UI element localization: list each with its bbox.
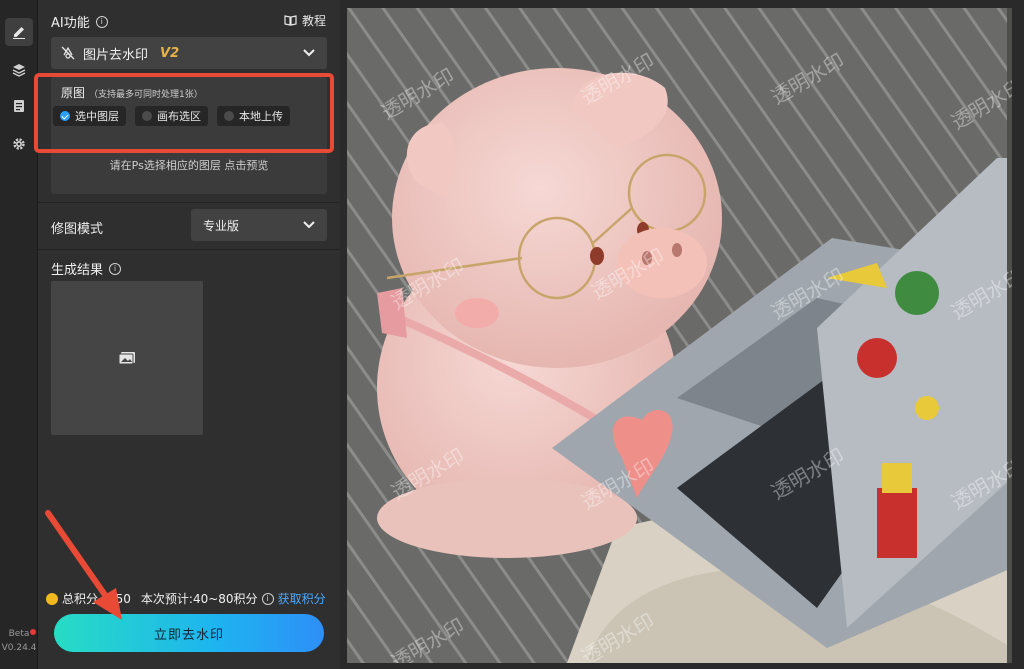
function-dropdown[interactable]: 图片去水印 V2	[51, 37, 327, 69]
document-icon	[14, 100, 24, 112]
gear-icon	[13, 138, 25, 150]
function-version: V2	[160, 45, 180, 61]
layers-tool-button[interactable]	[5, 56, 33, 84]
beta-dot	[30, 629, 36, 635]
remove-watermark-button[interactable]: 立即去水印	[54, 614, 324, 652]
mode-value: 专业版	[203, 218, 240, 233]
version-label: V0.24.4	[1, 643, 37, 653]
mode-label: 修图模式	[51, 222, 104, 237]
edit-tool-button[interactable]	[5, 18, 33, 46]
photo-preview: 透明水印 透明水印 透明水印 透明水印 透明水印 透明水印 透明水印 透明水印 …	[347, 8, 1012, 663]
info-icon[interactable]: i	[109, 262, 122, 275]
tutorial-label: 教程	[301, 14, 326, 28]
get-points-link[interactable]: 获取积分	[278, 590, 326, 607]
info-icon[interactable]: i	[95, 15, 108, 28]
image-canvas[interactable]: 透明水印 透明水印 透明水印 透明水印 透明水印 透明水印 透明水印 透明水印 …	[340, 0, 1024, 669]
pig-photo	[347, 8, 1012, 663]
image-placeholder-icon	[118, 352, 135, 365]
function-label: 图片去水印	[83, 47, 149, 63]
layers-icon	[12, 64, 26, 77]
history-tool-button[interactable]	[5, 92, 33, 120]
chevron-down-icon	[303, 49, 315, 57]
result-label: 生成结果	[51, 263, 104, 278]
chevron-down-icon	[303, 221, 315, 229]
preview-hint[interactable]: 请在Ps选择相应的图层 点击预览	[51, 157, 327, 173]
tutorial-link[interactable]: 教程	[284, 12, 326, 29]
result-title: 生成结果 i	[51, 259, 122, 278]
no-watermark-icon	[61, 46, 75, 60]
points-label: 总积分	[62, 592, 99, 606]
points-value: 450	[108, 591, 131, 606]
mode-dropdown[interactable]: 专业版	[191, 209, 327, 241]
points-estimate: 本次预计:40~80积分	[140, 592, 258, 606]
ai-function-label: AI功能	[51, 16, 90, 31]
settings-tool-button[interactable]	[5, 130, 33, 158]
tool-rail: Beta V0.24.4	[0, 0, 38, 669]
divider	[38, 249, 340, 250]
result-preview[interactable]	[51, 281, 203, 435]
divider	[38, 202, 340, 203]
coin-icon	[46, 592, 58, 605]
ai-function-title: AI功能 i	[51, 12, 108, 31]
book-icon	[284, 15, 297, 26]
points-row: 总积分 450 本次预计:40~80积分 i 获取积分	[46, 590, 326, 607]
info-icon[interactable]: i	[261, 592, 274, 605]
highlight-frame	[34, 73, 334, 153]
pencil-icon	[13, 27, 25, 39]
